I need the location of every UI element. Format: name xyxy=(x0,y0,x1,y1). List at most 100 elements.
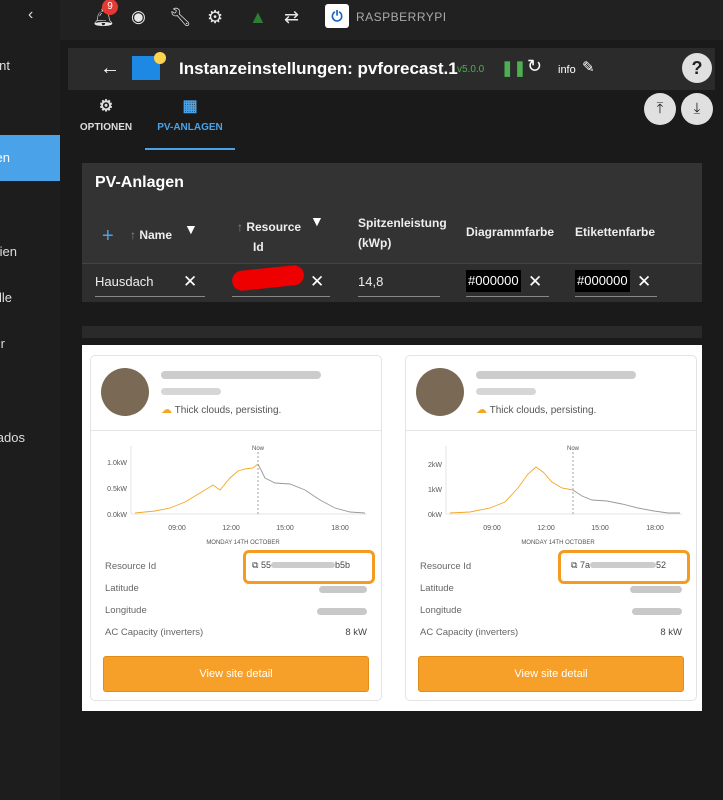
column-label: Resource xyxy=(246,220,302,234)
capacity-label: AC Capacity (inverters) xyxy=(105,627,204,638)
wrench-icon[interactable]: 🔧︎ xyxy=(169,7,192,28)
sync-off-icon[interactable]: ⇄ xyxy=(284,7,299,28)
chart-date-label: MONDAY 14TH OCTOBER xyxy=(206,540,280,546)
view-site-detail-button[interactable]: View site detail xyxy=(418,656,684,692)
x-tick-label: 15:00 xyxy=(591,525,609,532)
blurred-site-name xyxy=(476,371,636,379)
forecast-past-line xyxy=(449,466,574,514)
sort-arrow-icon: ↑ xyxy=(130,228,136,242)
info-label[interactable]: info xyxy=(558,64,576,76)
peak-underline xyxy=(358,296,440,297)
x-tick-label: 09:00 xyxy=(168,525,186,532)
latitude-label: Latitude xyxy=(420,583,454,594)
cloud-icon: ☁ xyxy=(476,404,487,416)
sun-icon xyxy=(154,52,166,64)
y-tick-label: 0.5kW xyxy=(107,486,127,493)
site-avatar xyxy=(101,368,149,416)
y-tick-label: 0.0kW xyxy=(107,512,127,519)
label-color-field[interactable]: #000000 xyxy=(575,270,630,292)
site-card-2: ☁ Thick clouds, persisting. 2kW 1kW 0kW … xyxy=(405,355,697,701)
sidebar-item-1[interactable]: nt xyxy=(0,58,60,74)
eye-icon[interactable]: ◉ xyxy=(131,7,146,27)
blurred-latitude xyxy=(319,586,367,593)
add-icon[interactable]: + xyxy=(102,225,114,248)
resource-id-suffix: b5b xyxy=(334,560,350,570)
column-resource-id[interactable]: ↑ Resource Id xyxy=(237,217,301,257)
solar-panel-icon: ▦ xyxy=(182,98,198,115)
view-site-detail-button[interactable]: View site detail xyxy=(103,656,369,692)
label-color-underline xyxy=(575,296,657,297)
column-label: (kWp) xyxy=(358,236,392,250)
sort-arrow-icon: ↑ xyxy=(237,220,243,234)
resource-id-value[interactable]: ⧉ 55 b5b xyxy=(252,560,350,571)
copy-icon[interactable]: ⧉ xyxy=(252,560,258,570)
weather-status: ☁ Thick clouds, persisting. xyxy=(161,403,281,416)
edit-icon[interactable]: ✎ xyxy=(582,58,595,76)
column-peak: Spitzenleistung (kWp) xyxy=(358,213,447,253)
sidebar-item-label: ados xyxy=(0,430,25,445)
top-bar: 🔔︎ 9 ◉ 🔧︎ ⚙ ▲ ⇄ ⏻ RASPBERRYPI xyxy=(60,0,723,40)
upload-button[interactable]: ⤒ xyxy=(644,93,676,125)
sidebar-item-label: nt xyxy=(0,58,10,73)
page-title: Instanzeinstellungen: pvforecast.1 xyxy=(179,59,458,78)
x-tick-label: 12:00 xyxy=(537,525,555,532)
site-avatar xyxy=(416,368,464,416)
copy-icon[interactable]: ⧉ xyxy=(571,560,577,570)
pause-icon[interactable]: ❚❚ xyxy=(501,59,526,77)
host-name: RASPBERRYPI xyxy=(356,10,447,24)
gear-icon: ⚙ xyxy=(98,98,114,115)
column-chart-color: Diagrammfarbe xyxy=(466,225,555,239)
y-tick-label: 0kW xyxy=(428,512,442,519)
filter-icon[interactable]: ▼ xyxy=(184,221,198,237)
table-title: PV-Anlagen xyxy=(95,174,184,191)
x-tick-label: 15:00 xyxy=(276,525,294,532)
column-name[interactable]: ↑ Name xyxy=(130,225,172,245)
sidebar-item-4[interactable]: lle xyxy=(0,290,60,306)
table-row: Hausdach ✕ ✕ 14,8 #000000 ✕ #000000 ✕ xyxy=(82,263,702,302)
settings-icon[interactable]: ⚙ xyxy=(207,7,223,28)
sites-area: ☁ Thick clouds, persisting. 1.0kW 0.5kW … xyxy=(82,345,702,711)
clear-name-icon[interactable]: ✕ xyxy=(183,272,197,292)
clear-label-color-icon[interactable]: ✕ xyxy=(637,272,651,292)
resource-id-label: Resource Id xyxy=(105,561,157,572)
redaction-mark xyxy=(231,264,305,292)
name-field[interactable]: Hausdach xyxy=(95,274,154,289)
clear-chart-color-icon[interactable]: ✕ xyxy=(528,272,542,292)
resource-id-suffix: 52 xyxy=(655,560,666,570)
help-button[interactable]: ? xyxy=(682,53,712,83)
divider xyxy=(91,430,381,431)
sidebar-item-6[interactable]: ados xyxy=(0,430,60,446)
tab-optionen[interactable]: ⚙ OPTIONEN xyxy=(75,96,137,148)
forecast-future-line xyxy=(572,489,680,514)
latitude-label: Latitude xyxy=(105,583,139,594)
clear-resource-icon[interactable]: ✕ xyxy=(310,272,324,292)
resource-id-value[interactable]: ⧉ 7a 52 xyxy=(571,560,666,571)
column-label: Id xyxy=(253,240,264,254)
resource-id-prefix: 7a xyxy=(579,560,590,570)
divider xyxy=(406,430,696,431)
sidebar-item-3[interactable]: ien xyxy=(0,244,60,260)
sidebar-item-label: lle xyxy=(0,290,12,305)
resource-id-highlight: ⧉ 7a 52 xyxy=(558,550,690,584)
sidebar-item-label: en xyxy=(0,150,10,165)
sidebar: ‹ nt en ien lle r ados xyxy=(0,0,60,800)
chart-color-field[interactable]: #000000 xyxy=(466,270,521,292)
blurred-resource-id xyxy=(589,562,656,568)
tab-pv-anlagen[interactable]: ▦ PV-ANLAGEN xyxy=(145,96,235,150)
adapter-icon[interactable]: ▲ xyxy=(249,7,267,28)
back-arrow-icon[interactable]: ← xyxy=(100,57,120,80)
reload-icon[interactable]: ↻ xyxy=(527,56,542,77)
sidebar-item-5[interactable]: r xyxy=(0,336,60,352)
resource-id-label: Resource Id xyxy=(420,561,472,572)
sidebar-item-active[interactable]: en xyxy=(0,135,60,181)
collapse-icon[interactable]: ‹ xyxy=(28,6,33,24)
x-tick-label: 09:00 xyxy=(483,525,501,532)
download-button[interactable]: ⤓ xyxy=(681,93,713,125)
blurred-latitude xyxy=(630,586,682,593)
version-label: v5.0.0 xyxy=(457,64,485,75)
longitude-label: Longitude xyxy=(420,605,462,616)
blurred-longitude xyxy=(632,608,682,615)
peak-field[interactable]: 14,8 xyxy=(358,274,383,289)
blurred-site-location xyxy=(476,388,536,395)
filter-icon[interactable]: ▼ xyxy=(310,213,324,229)
